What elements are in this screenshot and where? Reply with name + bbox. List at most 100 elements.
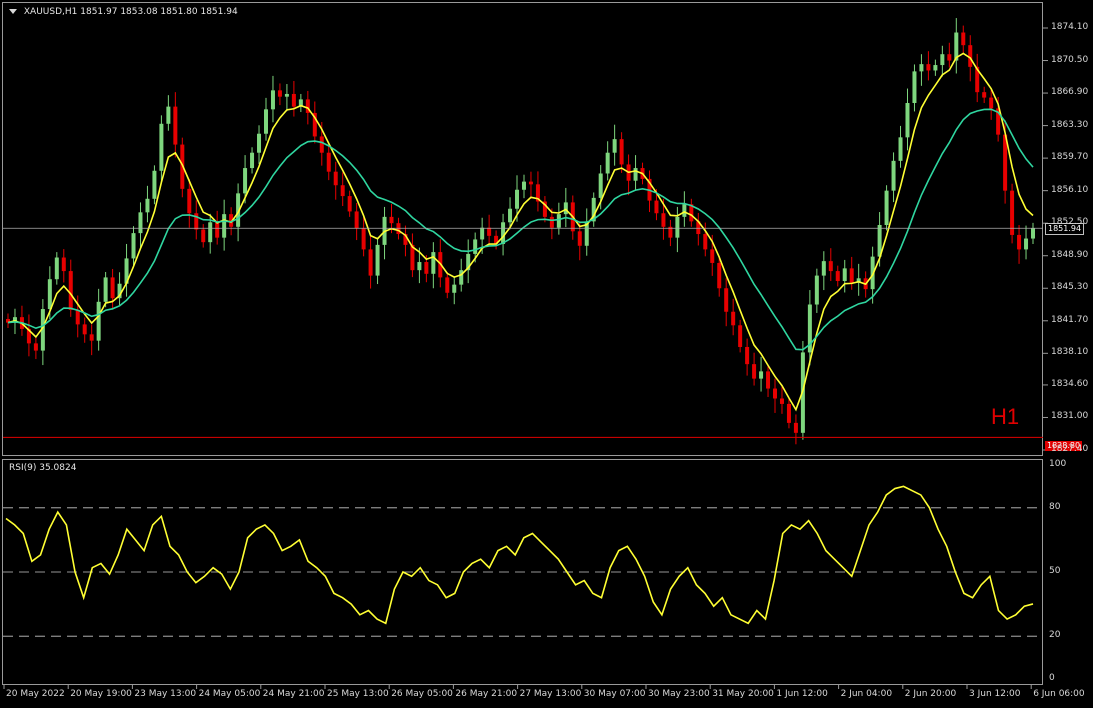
candle-body [549, 216, 554, 228]
candle-body [912, 71, 917, 104]
candle-body [33, 343, 38, 351]
candle-body [710, 249, 715, 263]
time-axis-label: 24 May 21:00 [262, 689, 325, 699]
candle-body [319, 136, 324, 153]
candle-body [166, 106, 171, 124]
candle-body [354, 211, 359, 229]
time-axis-label: 23 May 13:00 [134, 689, 197, 699]
candle-body [1024, 238, 1029, 250]
rsi-axis-label: 80 [1049, 501, 1061, 512]
candle-body [982, 92, 987, 98]
candle-body [556, 214, 561, 228]
price-axis-label: 1856.10 [1051, 184, 1089, 195]
candle-body [821, 261, 826, 276]
candle-body [270, 90, 275, 110]
candle-body [814, 275, 819, 305]
candle-body [828, 261, 833, 272]
candle-body [138, 212, 143, 234]
candle-body [82, 324, 87, 335]
candle-body [389, 216, 394, 224]
time-axis-label: 3 Jun 12:00 [969, 689, 1021, 699]
candle-body [257, 133, 262, 153]
candle-body [675, 216, 680, 238]
time-axis-label: 2 Jun 04:00 [840, 689, 893, 699]
candle-body [424, 262, 429, 274]
candle-body [891, 160, 896, 191]
candle-body [633, 168, 638, 181]
candle-body [263, 109, 268, 134]
candle-body [508, 208, 513, 223]
candle-body [159, 123, 164, 171]
time-axis-label: 27 May 13:00 [519, 689, 582, 699]
candle-body [61, 257, 66, 272]
candle-body [361, 228, 366, 250]
candle-body [284, 93, 289, 97]
price-axis-label: 1841.70 [1051, 314, 1089, 325]
price-axis-label: 1845.30 [1051, 282, 1089, 293]
candle-body [849, 268, 854, 283]
candle-body [605, 152, 610, 174]
price-axis-label: 1827.40 [1051, 444, 1089, 454]
candle-body [152, 170, 157, 199]
candle-body [501, 222, 506, 244]
price-axis-label: 1834.60 [1051, 378, 1089, 389]
candle-body [187, 188, 192, 214]
rsi-axis-label: 0 [1049, 673, 1055, 683]
candle-body [898, 137, 903, 161]
candle-body [766, 371, 771, 389]
candle-body [717, 262, 722, 289]
candle-body [933, 65, 938, 71]
candle-body [612, 139, 617, 153]
rsi-axis-label: 20 [1049, 630, 1061, 641]
price-axis-label: 1866.90 [1051, 87, 1089, 98]
candle-body [919, 64, 924, 72]
candle-body [208, 222, 213, 243]
time-axis-label: 20 May 2022 [6, 689, 65, 699]
candle-body [682, 204, 687, 217]
candle-body [75, 309, 80, 325]
time-axis-label: 20 May 19:00 [70, 689, 132, 699]
rsi-axis-label: 50 [1049, 566, 1061, 576]
candle-body [752, 364, 757, 379]
time-axis-label: 2 Jun 20:00 [904, 689, 957, 699]
candle-body [905, 103, 910, 138]
candle-body [793, 422, 798, 433]
candle-body [431, 252, 436, 274]
candle-body [375, 244, 380, 276]
candle-body [103, 277, 108, 302]
candle-body [703, 234, 708, 250]
candle-body [661, 213, 666, 227]
rsi-axis-label: 100 [1049, 459, 1067, 469]
price-axis-label: 1874.10 [1051, 22, 1089, 32]
candle-body [724, 288, 729, 312]
candle-body [131, 233, 136, 259]
candle-body [473, 239, 478, 254]
candle-body [480, 227, 485, 240]
candle-body [731, 311, 736, 326]
candle-body [291, 93, 296, 107]
time-axis-label: 31 May 20:00 [712, 689, 774, 699]
candle-body [528, 181, 533, 185]
price-axis-label: 1863.30 [1051, 119, 1089, 130]
candle-body [487, 227, 492, 236]
candle-body [201, 229, 206, 243]
candle-body [1031, 228, 1035, 239]
candle-body [96, 301, 101, 341]
candle-body [326, 152, 331, 172]
candle-body [779, 398, 784, 404]
candle-body [89, 334, 94, 341]
candle-body [417, 262, 422, 271]
time-axis-label: 26 May 05:00 [391, 689, 453, 699]
candle-body [563, 202, 568, 215]
candle-body [54, 257, 59, 280]
chart-canvas [3, 18, 1048, 689]
price-axis-label: 1870.50 [1051, 54, 1089, 65]
time-axis-label: 24 May 05:00 [198, 689, 261, 699]
candle-body [347, 196, 352, 212]
candle-body [842, 268, 847, 282]
candle-body [250, 152, 255, 169]
candle-body [110, 277, 115, 299]
timeframe-label: H1 [991, 404, 1020, 429]
candle-body [947, 54, 952, 61]
candle-body [926, 64, 931, 71]
